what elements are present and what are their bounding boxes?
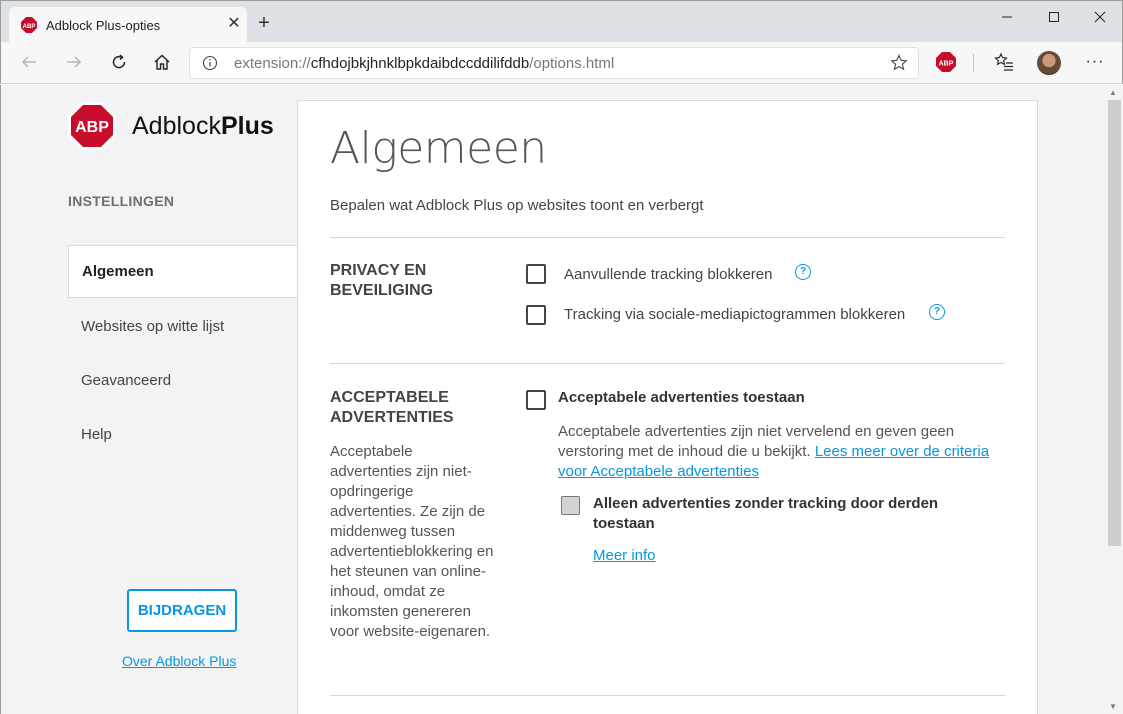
tab-title: Adblock Plus-opties xyxy=(46,18,161,33)
privacy-section-title: PRIVACY EN BEVEILIGING xyxy=(330,262,434,299)
maximize-icon[interactable] xyxy=(1043,9,1065,29)
acceptable-ads-description: Acceptabele advertenties zijn niet-opdri… xyxy=(330,443,494,640)
acceptable-ads-option-description: Acceptabele advertenties zijn niet verve… xyxy=(558,422,998,482)
brand-logo: ABP AdblockPlus xyxy=(68,102,274,150)
contribute-button[interactable]: BIJDRAGEN xyxy=(127,589,237,632)
settings-heading: INSTELLINGEN xyxy=(68,193,175,209)
block-additional-tracking-checkbox[interactable] xyxy=(526,264,546,284)
forward-arrow-icon[interactable] xyxy=(62,50,86,74)
page-title: Algemeen xyxy=(330,123,547,174)
home-icon[interactable] xyxy=(150,50,174,74)
brand-name-light: Adblock xyxy=(132,111,221,140)
no-third-party-tracking-label: Alleen advertenties zonder tracking door… xyxy=(593,495,939,532)
url-domain: cfhdojbkjhnklbpkdaibdccddilifddb xyxy=(310,55,530,72)
browser-tab[interactable]: ABP Adblock Plus-opties ✕ xyxy=(9,7,247,43)
about-adblock-plus-link[interactable]: Over Adblock Plus xyxy=(122,653,236,669)
sidebar-item-whitelisted-websites[interactable]: Websites op witte lijst xyxy=(68,300,298,353)
more-info-link[interactable]: Meer info xyxy=(593,547,656,564)
favorite-star-icon[interactable] xyxy=(890,54,908,72)
extension-badge: ABP xyxy=(939,61,954,68)
svg-text:ABP: ABP xyxy=(23,24,36,30)
brand-name-bold: Plus xyxy=(220,111,274,140)
section-divider xyxy=(330,237,1005,238)
scroll-up-arrow-icon[interactable]: ▲ xyxy=(1109,88,1117,97)
address-bar[interactable]: extension://cfhdojbkjhnklbpkdaibdccddili… xyxy=(189,47,919,79)
tab-strip: ABP Adblock Plus-opties ✕ + xyxy=(0,0,1123,43)
block-additional-tracking-label: Aanvullende tracking blokkeren xyxy=(564,266,773,283)
reload-icon[interactable] xyxy=(107,50,131,74)
favorites-list-icon[interactable] xyxy=(992,50,1016,74)
back-arrow-icon[interactable] xyxy=(17,50,41,74)
url-prefix: extension:// xyxy=(234,55,311,72)
brand-name: AdblockPlus xyxy=(132,112,274,141)
scroll-thumb[interactable] xyxy=(1108,100,1121,546)
page-subtitle: Bepalen wat Adblock Plus op websites too… xyxy=(330,197,704,214)
help-icon[interactable]: ? xyxy=(795,264,811,280)
url-path: /options.html xyxy=(529,55,615,72)
sidebar-item-advanced[interactable]: Geavanceerd xyxy=(68,354,298,407)
section-divider xyxy=(330,695,1005,696)
new-tab-button[interactable]: + xyxy=(254,13,274,33)
sidebar-item-help[interactable]: Help xyxy=(68,408,298,461)
minimize-icon[interactable] xyxy=(996,9,1018,29)
toolbar-divider xyxy=(973,54,974,72)
adblock-extension-icon[interactable]: ABP xyxy=(934,50,958,74)
block-social-tracking-label: Tracking via sociale-mediapictogrammen b… xyxy=(564,306,906,323)
info-icon[interactable] xyxy=(202,55,218,71)
close-window-icon[interactable] xyxy=(1089,9,1111,29)
acceptable-ads-section-title: ACCEPTABELE ADVERTENTIES xyxy=(330,389,454,426)
close-tab-icon[interactable]: ✕ xyxy=(225,15,243,33)
sidebar-item-general[interactable]: Algemeen xyxy=(68,245,298,298)
logo-text: ABP xyxy=(75,119,109,136)
more-menu-icon[interactable]: ··· xyxy=(1083,50,1107,74)
allow-acceptable-ads-checkbox[interactable] xyxy=(526,390,546,410)
scroll-down-arrow-icon[interactable]: ▼ xyxy=(1109,702,1117,711)
allow-acceptable-ads-label: Acceptabele advertenties toestaan xyxy=(558,389,805,406)
scrollbar[interactable]: ▲ ▼ xyxy=(1106,85,1122,714)
browser-toolbar: extension://cfhdojbkjhnklbpkdaibdccddili… xyxy=(0,42,1123,84)
abp-logo-icon: ABP xyxy=(68,102,116,150)
no-third-party-tracking-checkbox[interactable] xyxy=(561,496,580,515)
url-text[interactable]: extension://cfhdojbkjhnklbpkdaibdccddili… xyxy=(234,55,614,72)
section-divider xyxy=(330,363,1005,364)
profile-avatar[interactable] xyxy=(1037,51,1061,75)
main-content: Algemeen Bepalen wat Adblock Plus op web… xyxy=(297,100,1038,714)
help-icon[interactable]: ? xyxy=(929,304,945,320)
abp-favicon-icon: ABP xyxy=(21,17,37,33)
block-social-tracking-checkbox[interactable] xyxy=(526,305,546,325)
